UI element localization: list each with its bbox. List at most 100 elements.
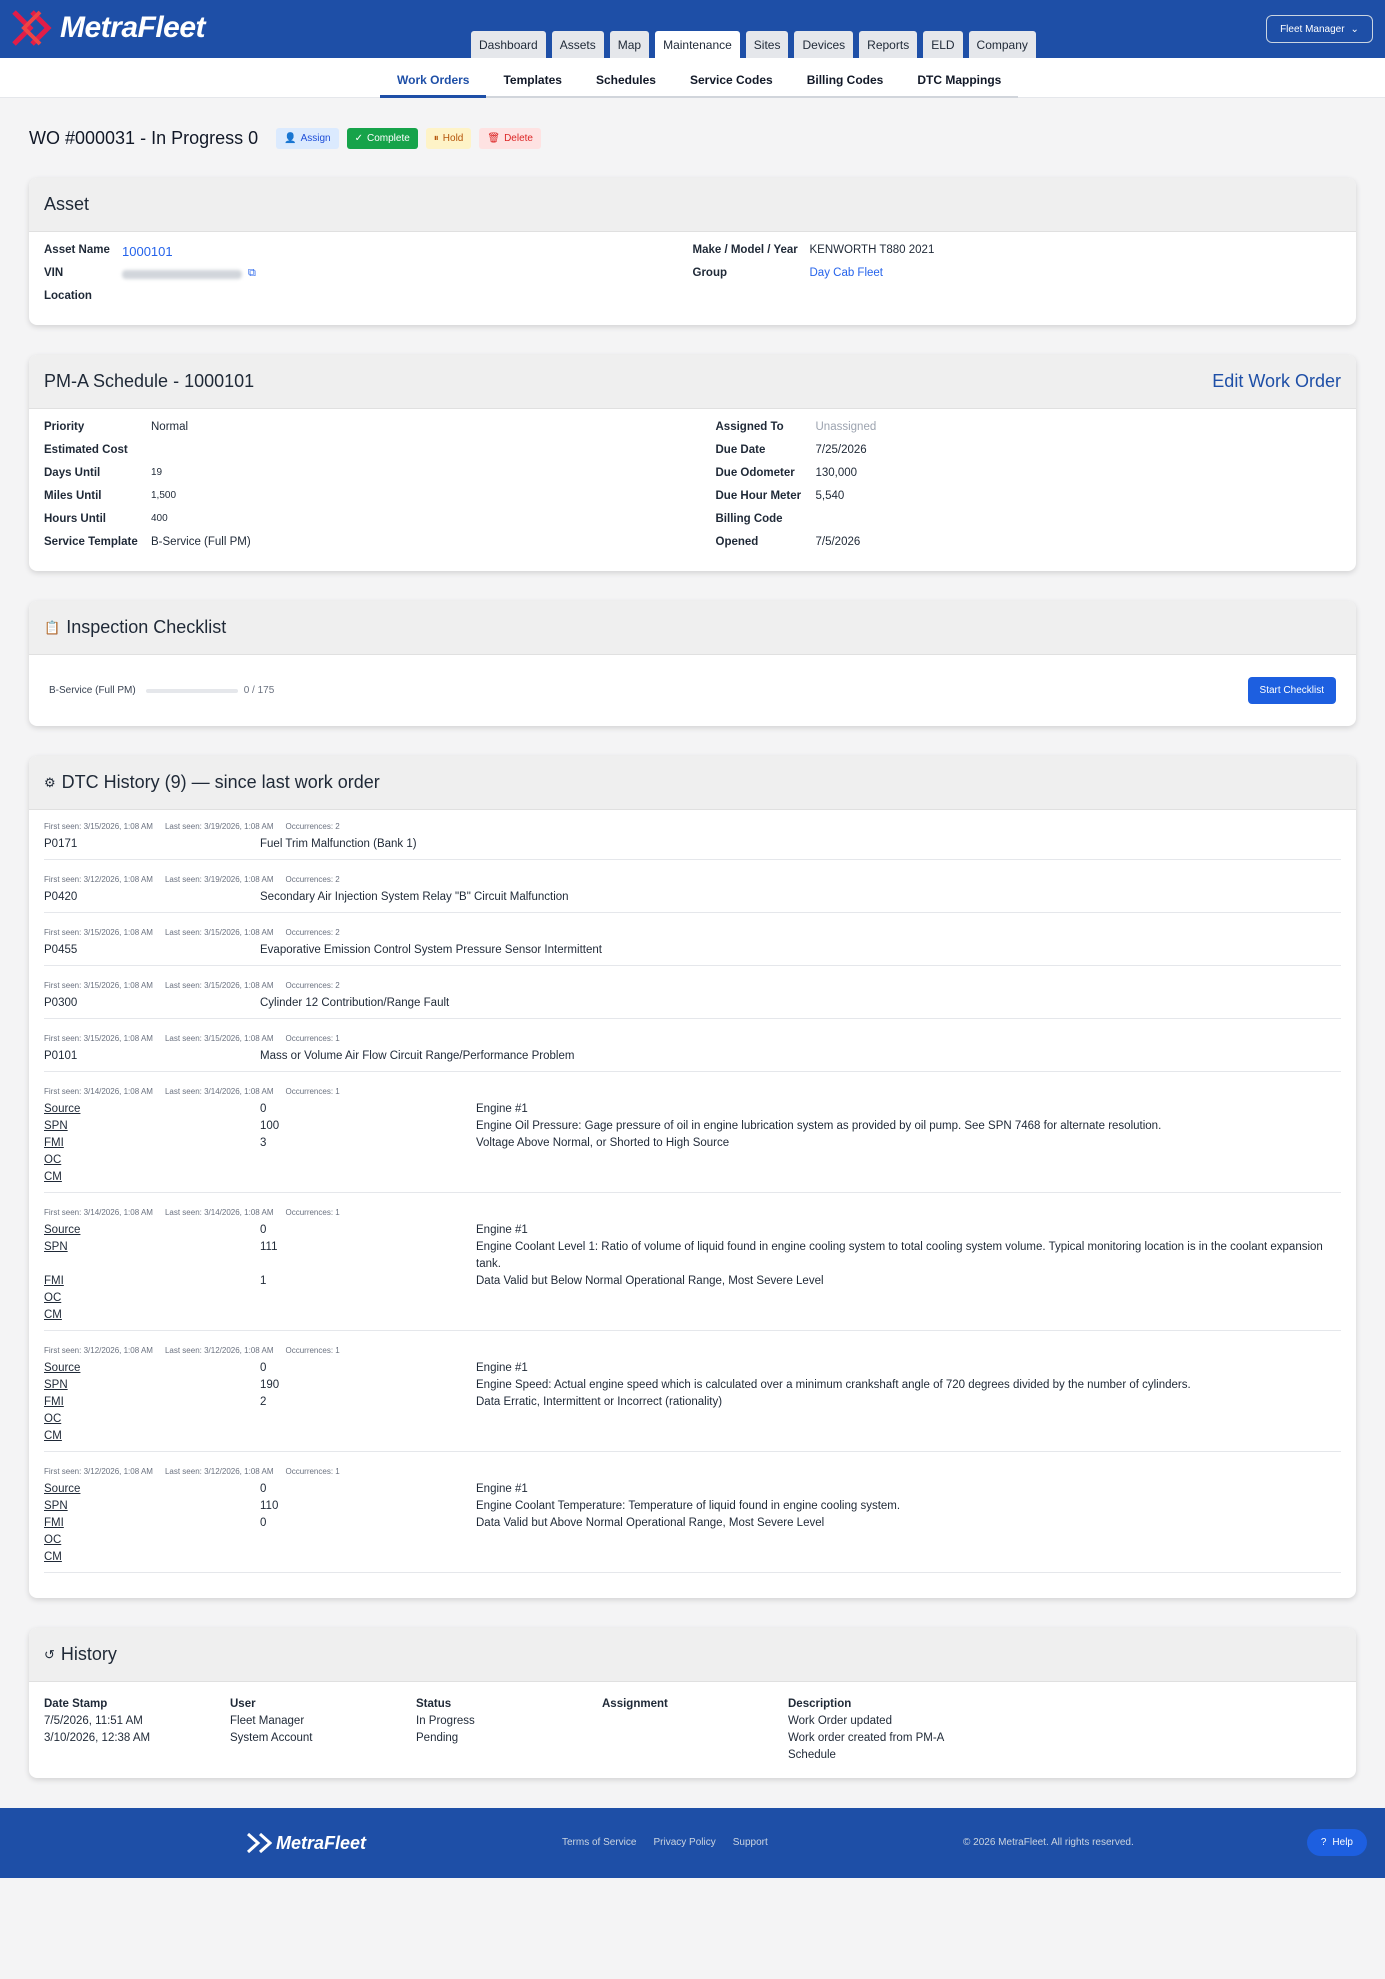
start-checklist-button[interactable]: Start Checklist <box>1247 677 1336 704</box>
dtc-field-source[interactable]: Source <box>44 1360 260 1377</box>
help-label: Help <box>1332 1837 1353 1848</box>
hold-button[interactable]: ⏸ Hold <box>425 127 472 149</box>
dtc-field-spn[interactable]: SPN <box>44 1118 260 1135</box>
complete-button[interactable]: ✓ Complete <box>346 127 418 149</box>
dtc-field-row: OC <box>44 1152 1341 1169</box>
dtc-field-oc[interactable]: OC <box>44 1152 260 1169</box>
dtc-entry-j1939: First seen: 3/12/2026, 1:08 AM Last seen:… <box>44 1467 1341 1573</box>
dtc-meta-first: First seen: 3/14/2026, 1:08 AM <box>44 1208 153 1217</box>
user-menu-button[interactable]: Fleet Manager ⌄ <box>1266 15 1373 43</box>
subtab-templates[interactable]: Templates <box>486 58 578 96</box>
history-cell: System Account <box>230 1732 313 1744</box>
delete-button[interactable]: 🗑 Delete <box>479 127 541 149</box>
dtc-field-oc[interactable]: OC <box>44 1290 260 1307</box>
dtc-meta-last: Last seen: 3/19/2026, 1:08 AM <box>164 822 274 831</box>
subtab-service-codes[interactable]: Service Codes <box>673 58 790 96</box>
assign-button[interactable]: 👤 Assign <box>276 127 339 149</box>
footer-link-privacy-policy[interactable]: Privacy Policy <box>653 1837 715 1848</box>
brand-logo[interactable]: MetraFleet <box>10 8 206 48</box>
dtc-code-row: P0101 Mass or Volume Air Flow Circuit Ran… <box>44 1048 1341 1065</box>
dtc-field-description <box>476 1152 1341 1169</box>
dtc-entry-j1939: First seen: 3/14/2026, 1:08 AM Last seen:… <box>44 1087 1341 1193</box>
tab-assets[interactable]: Assets <box>551 31 604 58</box>
dtc-description: Evaporative Emission Control System Pres… <box>260 944 602 956</box>
dtc-field-description: Engine #1 <box>476 1103 528 1115</box>
dtc-code-row: P0171 Fuel Trim Malfunction (Bank 1) <box>44 836 1341 853</box>
dtc-entry: First seen: 3/15/2026, 1:08 AM Last seen:… <box>44 822 1341 860</box>
schedule-field-value: 400 <box>151 513 168 524</box>
asset-card: Asset Asset Name 1000101 VIN ⧉ Location M… <box>29 178 1356 325</box>
dtc-field-cm[interactable]: CM <box>44 1307 260 1324</box>
dtc-field-oc[interactable]: OC <box>44 1532 260 1549</box>
tab-map[interactable]: Map <box>609 31 650 58</box>
dtc-meta-first: First seen: 3/12/2026, 1:08 AM <box>44 875 153 884</box>
help-icon: ? <box>1320 1837 1327 1848</box>
tab-dashboard[interactable]: Dashboard <box>471 31 546 58</box>
dtc-field-spn[interactable]: SPN <box>44 1498 260 1515</box>
subtab-schedules[interactable]: Schedules <box>579 58 673 96</box>
schedule-field-label: Due Hour Meter <box>715 490 802 502</box>
subtab-work-orders[interactable]: Work Orders <box>380 58 487 98</box>
dtc-field-description <box>476 1411 1341 1428</box>
location-label: Location <box>44 290 92 302</box>
checklist-progress-text: 0 / 175 <box>243 685 275 696</box>
schedule-row: Opened 7/5/2026 <box>716 536 1342 559</box>
dtc-field-cm[interactable]: CM <box>44 1428 260 1445</box>
tab-reports[interactable]: Reports <box>859 31 918 58</box>
dtc-field-row: OC <box>44 1411 1341 1428</box>
history-cell: Work Order updated <box>788 1715 892 1727</box>
dtc-field-fmi[interactable]: FMI <box>44 1515 260 1532</box>
dtc-field-value: 0 <box>260 1103 267 1115</box>
dtc-field-cm[interactable]: CM <box>44 1549 260 1566</box>
footer-logo[interactable]: MetraFleet <box>246 1832 366 1854</box>
schedule-field-value: Normal <box>151 421 189 433</box>
footer-link-terms-of-service[interactable]: Terms of Service <box>562 1837 636 1848</box>
dtc-meta-first: First seen: 3/14/2026, 1:08 AM <box>44 1087 153 1096</box>
dtc-field-fmi[interactable]: FMI <box>44 1135 260 1152</box>
footer-link-support[interactable]: Support <box>733 1837 768 1848</box>
dtc-meta: First seen: 3/12/2026, 1:08 AM Last seen:… <box>44 1346 1341 1355</box>
dtc-field-spn[interactable]: SPN <box>44 1239 260 1273</box>
subtab-dtc-mappings[interactable]: DTC Mappings <box>900 58 1018 96</box>
tab-eld[interactable]: ELD <box>923 31 963 58</box>
asset-right-col: Make / Model / Year KENWORTH T880 2021 Gr… <box>693 244 1342 313</box>
tab-devices[interactable]: Devices <box>794 31 854 58</box>
dtc-field-cm[interactable]: CM <box>44 1169 260 1186</box>
main-content: WO #000031 - In Progress 0 👤 Assign ✓ Comp… <box>0 98 1385 1778</box>
dtc-entry: First seen: 3/15/2026, 1:08 AM Last seen:… <box>44 928 1341 966</box>
dtc-meta-occ: Occurrences: 2 <box>285 875 340 884</box>
copy-icon[interactable]: ⧉ <box>248 267 256 280</box>
tab-sites[interactable]: Sites <box>745 31 789 58</box>
schedule-field-value: 7/5/2026 <box>815 536 861 548</box>
schedule-left-col: Priority Normal Estimated Cost Days Until 19… <box>44 421 693 559</box>
table-row: 7/5/2026, 11:51 AM Fleet Manager In Progre… <box>44 1713 1341 1730</box>
dtc-field-description: Engine #1 <box>476 1362 528 1374</box>
checklist-template: B-Service (Full PM) <box>49 685 136 696</box>
dtc-field-description: Data Valid but Above Normal Operational … <box>476 1517 825 1529</box>
dtc-meta: First seen: 3/14/2026, 1:08 AM Last seen:… <box>44 1208 1341 1217</box>
dtc-meta: First seen: 3/12/2026, 1:08 AM Last seen:… <box>44 1467 1341 1476</box>
dtc-field-oc[interactable]: OC <box>44 1411 260 1428</box>
dtc-field-source[interactable]: Source <box>44 1101 260 1118</box>
tab-company[interactable]: Company <box>968 31 1036 58</box>
dtc-field-row: CM <box>44 1169 1341 1186</box>
history-col-header: Description <box>788 1698 852 1710</box>
dtc-field-source[interactable]: Source <box>44 1222 260 1239</box>
schedule-row: Service Template B-Service (Full PM) <box>44 536 693 559</box>
asset-name-link[interactable]: 1000101 <box>122 244 173 259</box>
subtab-billing-codes[interactable]: Billing Codes <box>790 58 901 96</box>
schedule-field-value: 19 <box>151 467 163 478</box>
user-name: Fleet Manager <box>1280 23 1345 35</box>
vin-value-redacted <box>122 270 242 279</box>
dtc-field-spn[interactable]: SPN <box>44 1377 260 1394</box>
group-link[interactable]: Day Cab Fleet <box>810 267 884 279</box>
tab-maintenance[interactable]: Maintenance <box>655 31 740 58</box>
dtc-field-value: 0 <box>260 1362 267 1374</box>
dtc-field-fmi[interactable]: FMI <box>44 1394 260 1411</box>
schedule-field-label: Due Odometer <box>715 467 795 479</box>
dtc-field-source[interactable]: Source <box>44 1481 260 1498</box>
schedule-field-label: Miles Until <box>44 490 102 502</box>
help-button[interactable]: ? Help <box>1306 1829 1367 1856</box>
edit-work-order-link[interactable]: Edit Work Order <box>1212 371 1341 392</box>
dtc-field-fmi[interactable]: FMI <box>44 1273 260 1290</box>
